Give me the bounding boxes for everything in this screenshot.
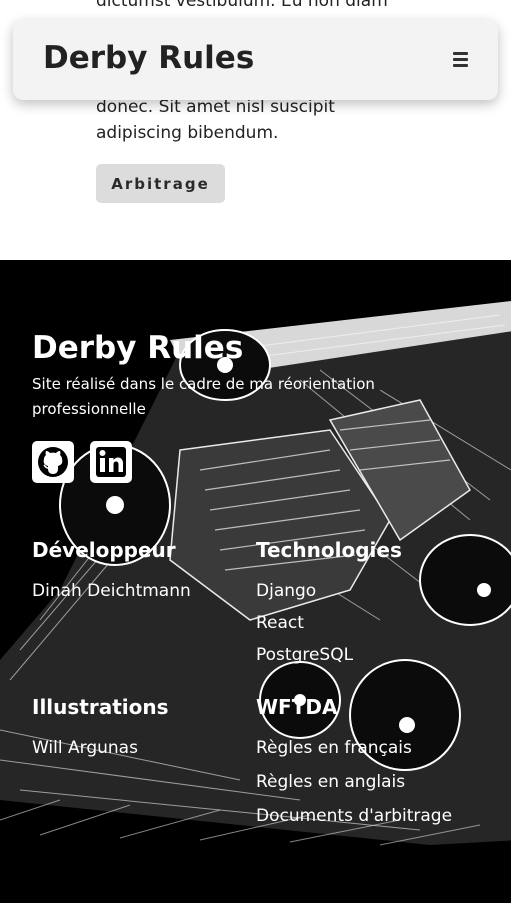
refereeing-documents-link[interactable]: Documents d'arbitrage bbox=[256, 806, 452, 826]
site-footer: Derby Rules Site réalisé dans le cadre d… bbox=[0, 260, 511, 903]
linkedin-icon[interactable] bbox=[90, 441, 132, 483]
technology-django-link[interactable]: Django bbox=[256, 581, 316, 601]
rules-french-link[interactable]: Règles en français bbox=[256, 738, 412, 758]
body-paragraph: dictumst vestibulum. Eu non diam bbox=[96, 0, 388, 11]
site-header: Derby Rules bbox=[13, 20, 498, 100]
body-paragraph: donec. Sit amet nisl suscipit adipiscing… bbox=[96, 97, 335, 143]
arbitrage-tag-button[interactable]: Arbitrage bbox=[96, 164, 225, 203]
hamburger-menu-icon[interactable] bbox=[446, 44, 476, 74]
technology-react-link[interactable]: React bbox=[256, 613, 304, 633]
footer-tagline: Site réalisé dans le cadre de ma réorien… bbox=[32, 375, 375, 418]
footer-title: Derby Rules bbox=[32, 330, 244, 366]
technologies-heading: Technologies bbox=[256, 538, 402, 562]
developer-link[interactable]: Dinah Deichtmann bbox=[32, 581, 191, 601]
technology-postgresql-link[interactable]: PostgreSQL bbox=[256, 645, 353, 665]
wftda-heading: WFTDA bbox=[256, 695, 338, 719]
developer-heading: Développeur bbox=[32, 538, 176, 562]
github-icon[interactable] bbox=[32, 441, 74, 483]
rules-english-link[interactable]: Règles en anglais bbox=[256, 772, 405, 792]
site-title[interactable]: Derby Rules bbox=[43, 40, 254, 76]
illustrations-heading: Illustrations bbox=[32, 695, 169, 719]
illustrator-link[interactable]: Will Argunas bbox=[32, 738, 138, 758]
